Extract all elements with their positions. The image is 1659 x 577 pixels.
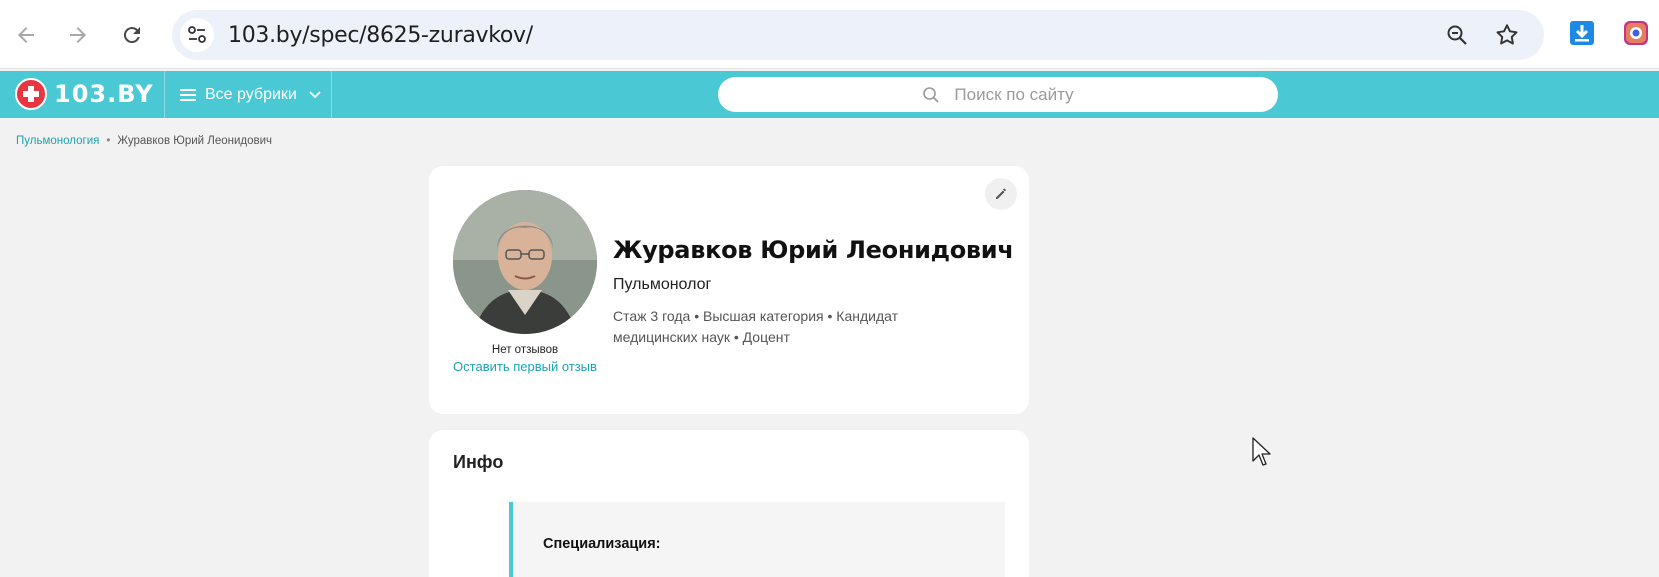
doctor-meta: Стаж 3 года • Высшая категория • Кандида… [613,308,899,345]
breadcrumb-current: Журавков Юрий Леонидович [117,135,273,147]
search-placeholder: Поиск по сайту [954,84,1074,104]
edit-button[interactable] [985,178,1017,210]
forward-button[interactable] [60,17,96,53]
pencil-icon [996,188,1006,199]
chevron-down-icon [309,90,321,98]
back-arrow-icon [18,27,34,43]
header-divider [331,71,332,118]
extension-icon [1624,21,1648,45]
zoom-icon [1447,25,1467,45]
info-card: Инфо Специализация: [429,430,1029,577]
breadcrumb-separator: • [106,135,111,147]
url-text[interactable]: 103.by/spec/8625-zuravkov/ [228,23,533,48]
all-rubrics-menu[interactable]: Все рубрики [180,71,321,118]
medical-cross-icon [15,78,47,110]
no-reviews-text: Нет отзывов [491,344,559,356]
specialization-label: Специализация: [543,536,661,552]
reviews-block: Нет отзывов Оставить первый отзыв [453,344,597,375]
doctor-name: Журавков Юрий Леонидович [613,236,1014,264]
site-settings-button[interactable] [180,18,214,52]
breadcrumb: Пульмонология • Журавков Юрий Леонидович [16,135,272,147]
extension-button[interactable] [1622,19,1650,47]
doctor-profile-card: Нет отзывов Оставить первый отзыв Журавк… [429,166,1029,414]
star-icon [1496,24,1518,45]
site-search-input[interactable]: Поиск по сайту [718,77,1278,112]
rubrics-label: Все рубрики [205,85,297,103]
doctor-specialty: Пульмонолог [613,276,712,293]
forward-arrow-icon [70,27,86,43]
address-bar[interactable]: 103.by/spec/8625-zuravkov/ [172,10,1544,60]
breadcrumb-link-pulmonology[interactable]: Пульмонология [16,135,99,147]
zoom-button[interactable] [1444,22,1470,48]
header-divider [164,71,165,118]
download-icon [1570,21,1594,45]
search-icon [923,86,940,103]
reload-icon [123,27,140,44]
site-logo[interactable]: 103.BY [15,77,154,111]
download-button[interactable] [1568,19,1596,47]
menu-icon [180,88,196,101]
logo-text: 103.BY [54,80,154,108]
browser-toolbar: 103.by/spec/8625-zuravkov/ [0,0,1659,69]
reload-button[interactable] [114,17,150,53]
mouse-cursor-icon [1252,437,1271,466]
info-title: Инфо [453,452,504,472]
specialization-box: Специализация: [509,502,1005,577]
back-button[interactable] [8,17,44,53]
site-settings-icon [188,26,206,43]
bookmark-button[interactable] [1494,22,1520,48]
leave-first-review-link[interactable]: Оставить первый отзыв [453,359,597,375]
doctor-avatar [453,190,597,334]
site-header: 103.BY Все рубрики Поиск по сайту [0,71,1659,118]
